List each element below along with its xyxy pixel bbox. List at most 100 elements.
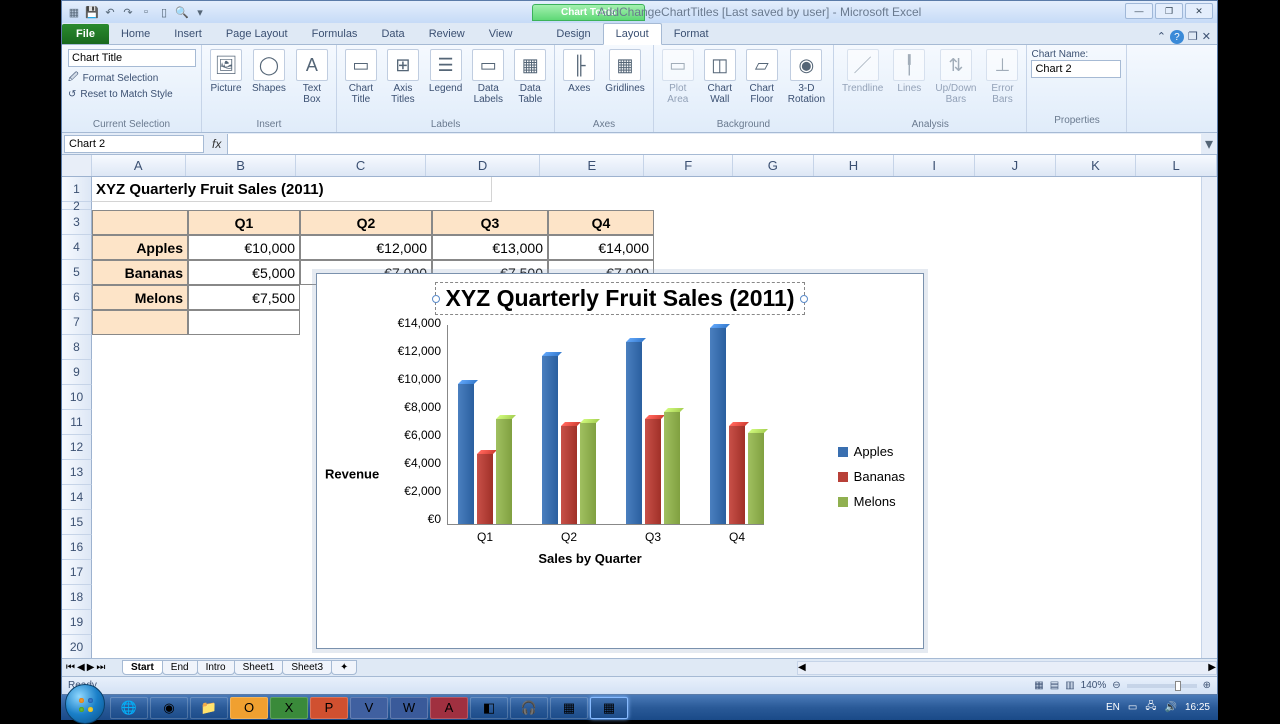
close-button[interactable]: ✕ bbox=[1185, 3, 1213, 19]
cell-B3[interactable]: Q1 bbox=[188, 210, 300, 235]
taskbar-access-icon[interactable]: A bbox=[430, 697, 468, 719]
reset-match-style-button[interactable]: ↺Reset to Match Style bbox=[66, 88, 197, 101]
cell-C3[interactable]: Q2 bbox=[300, 210, 432, 235]
bar-Melons-Q3[interactable] bbox=[664, 412, 680, 524]
redo-icon[interactable]: ↷ bbox=[120, 4, 136, 20]
sheet-tab-sheet3[interactable]: Sheet3 bbox=[282, 660, 332, 675]
row-17[interactable]: 17 bbox=[62, 560, 92, 585]
cell-B5[interactable]: €5,000 bbox=[188, 260, 300, 285]
sheet-tab-sheet1[interactable]: Sheet1 bbox=[234, 660, 284, 675]
chart-wall-button[interactable]: ◫Chart Wall bbox=[700, 47, 740, 107]
row-3[interactable]: 3 bbox=[62, 210, 92, 235]
col-B[interactable]: B bbox=[186, 155, 296, 176]
new-sheet-button[interactable]: ✦ bbox=[331, 660, 357, 675]
col-H[interactable]: H bbox=[814, 155, 895, 176]
taskbar-ie-icon[interactable]: 🌐 bbox=[110, 697, 148, 719]
vertical-scrollbar[interactable] bbox=[1201, 177, 1217, 658]
shapes-button[interactable]: ◯Shapes bbox=[248, 47, 290, 96]
row-15[interactable]: 15 bbox=[62, 510, 92, 535]
taskbar-app2-icon[interactable]: 🎧 bbox=[510, 697, 548, 719]
axes-button[interactable]: ╟Axes bbox=[559, 47, 599, 96]
row-14[interactable]: 14 bbox=[62, 485, 92, 510]
cell-C4[interactable]: €12,000 bbox=[300, 235, 432, 260]
tab-design[interactable]: Design bbox=[544, 24, 602, 44]
bar-Melons-Q1[interactable] bbox=[496, 419, 512, 524]
bar-Melons-Q2[interactable] bbox=[580, 423, 596, 524]
taskbar-app1-icon[interactable]: ◧ bbox=[470, 697, 508, 719]
chart-x-axis-label[interactable]: Sales by Quarter bbox=[257, 551, 923, 566]
col-K[interactable]: K bbox=[1056, 155, 1137, 176]
fx-icon[interactable]: fx bbox=[206, 137, 227, 151]
view-page-layout-icon[interactable]: ▤ bbox=[1050, 680, 1059, 691]
row-4[interactable]: 4 bbox=[62, 235, 92, 260]
cell-A7[interactable] bbox=[92, 310, 188, 335]
taskbar-app3-icon[interactable]: ▦ bbox=[550, 697, 588, 719]
3d-rotation-button[interactable]: ◉3-D Rotation bbox=[784, 47, 829, 107]
undo-icon[interactable]: ↶ bbox=[102, 4, 118, 20]
tab-format[interactable]: Format bbox=[662, 24, 721, 44]
cell-E4[interactable]: €14,000 bbox=[548, 235, 654, 260]
chart-title-button[interactable]: ▭Chart Title bbox=[341, 47, 381, 107]
minimize-ribbon-icon[interactable]: ⌃ bbox=[1157, 30, 1166, 44]
col-F[interactable]: F bbox=[644, 155, 733, 176]
tray-clock[interactable]: 16:25 bbox=[1185, 702, 1210, 713]
chart-element-combo[interactable] bbox=[68, 49, 196, 67]
format-selection-button[interactable]: 🖉Format Selection bbox=[66, 69, 197, 88]
bar-Bananas-Q3[interactable] bbox=[645, 419, 661, 524]
trendline-button[interactable]: ／Trendline bbox=[838, 47, 887, 96]
formula-bar-expand-icon[interactable]: ▾ bbox=[1201, 134, 1217, 154]
cell-A6[interactable]: Melons bbox=[92, 285, 188, 310]
row-13[interactable]: 13 bbox=[62, 460, 92, 485]
taskbar-visio-icon[interactable]: V bbox=[350, 697, 388, 719]
chart-title-editable[interactable]: XYZ Quarterly Fruit Sales (2011) bbox=[435, 282, 806, 315]
col-E[interactable]: E bbox=[540, 155, 644, 176]
row-16[interactable]: 16 bbox=[62, 535, 92, 560]
error-bars-button[interactable]: ⊥Error Bars bbox=[982, 47, 1022, 107]
taskbar-chrome-icon[interactable]: ◉ bbox=[150, 697, 188, 719]
tab-insert[interactable]: Insert bbox=[162, 24, 214, 44]
cell-B4[interactable]: €10,000 bbox=[188, 235, 300, 260]
row-19[interactable]: 19 bbox=[62, 610, 92, 635]
row-12[interactable]: 12 bbox=[62, 435, 92, 460]
row-8[interactable]: 8 bbox=[62, 335, 92, 360]
row-11[interactable]: 11 bbox=[62, 410, 92, 435]
taskbar-excel-icon[interactable]: X bbox=[270, 697, 308, 719]
tab-formulas[interactable]: Formulas bbox=[300, 24, 370, 44]
worksheet-grid[interactable]: A B C D E F G H I J K L 1 2 3 4 5 6 7 8 … bbox=[62, 155, 1217, 658]
select-all-corner[interactable] bbox=[62, 155, 92, 176]
name-box[interactable] bbox=[64, 135, 204, 153]
tab-home[interactable]: Home bbox=[109, 24, 162, 44]
tab-page-layout[interactable]: Page Layout bbox=[214, 24, 300, 44]
sheet-nav-last-icon[interactable]: ⏭ bbox=[96, 662, 105, 673]
plot-area-button[interactable]: ▭Plot Area bbox=[658, 47, 698, 107]
cell-A3[interactable] bbox=[92, 210, 188, 235]
updown-bars-button[interactable]: ⇅Up/Down Bars bbox=[931, 47, 980, 107]
help-icon[interactable]: ? bbox=[1170, 30, 1184, 44]
bar-Apples-Q4[interactable] bbox=[710, 328, 726, 524]
bar-Bananas-Q1[interactable] bbox=[477, 454, 493, 524]
minimize-button[interactable]: — bbox=[1125, 3, 1153, 19]
cell-B7[interactable] bbox=[188, 310, 300, 335]
cell-B6[interactable]: €7,500 bbox=[188, 285, 300, 310]
print-preview-icon[interactable]: 🔍 bbox=[174, 4, 190, 20]
file-tab[interactable]: File bbox=[62, 24, 109, 44]
row-2[interactable]: 2 bbox=[62, 202, 92, 210]
legend-button[interactable]: ☰Legend bbox=[425, 47, 466, 96]
open-icon[interactable]: ▯ bbox=[156, 4, 172, 20]
row-18[interactable]: 18 bbox=[62, 585, 92, 610]
cell-A5[interactable]: Bananas bbox=[92, 260, 188, 285]
bar-Melons-Q4[interactable] bbox=[748, 433, 764, 524]
qat-more-icon[interactable]: ▾ bbox=[192, 4, 208, 20]
tray-network-icon[interactable]: 🖧 bbox=[1145, 699, 1156, 716]
save-icon[interactable]: 💾 bbox=[84, 4, 100, 20]
chart-legend[interactable]: Apples Bananas Melons bbox=[838, 444, 905, 519]
row-10[interactable]: 10 bbox=[62, 385, 92, 410]
bar-Bananas-Q2[interactable] bbox=[561, 426, 577, 524]
tray-volume-icon[interactable]: 🔊 bbox=[1165, 702, 1177, 713]
sheet-nav-prev-icon[interactable]: ◀ bbox=[77, 662, 85, 673]
col-A[interactable]: A bbox=[92, 155, 186, 176]
window-restore-icon[interactable]: ❐ bbox=[1188, 30, 1198, 44]
bar-Apples-Q2[interactable] bbox=[542, 356, 558, 524]
taskbar-word-icon[interactable]: W bbox=[390, 697, 428, 719]
zoom-out-icon[interactable]: ⊖ bbox=[1112, 680, 1120, 691]
